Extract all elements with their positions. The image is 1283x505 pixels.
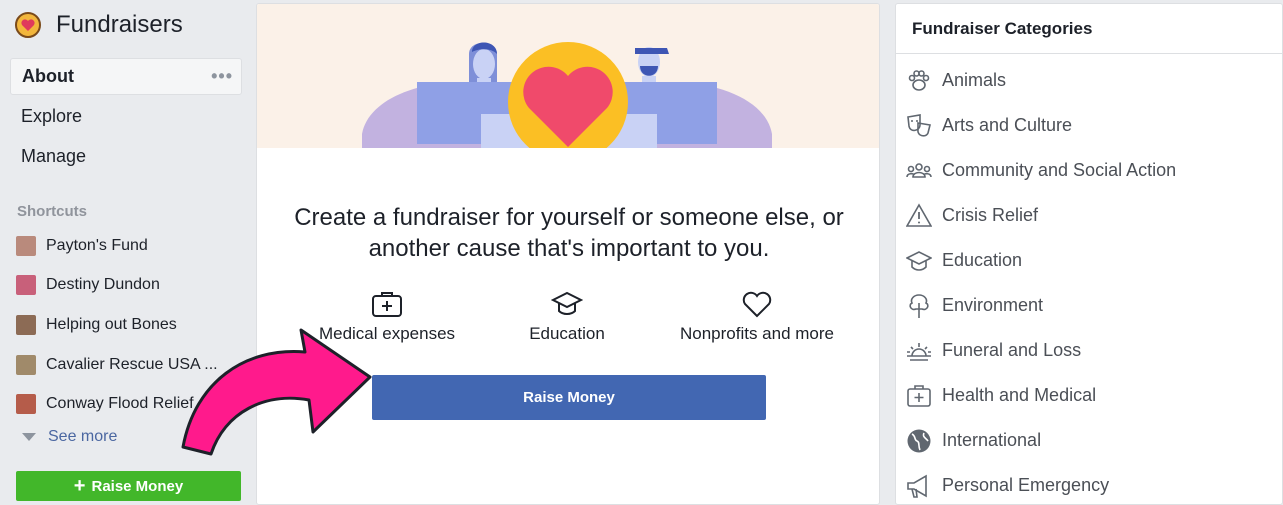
plus-icon: + [73,475,86,497]
graduation-cap-icon [906,250,932,271]
nav-item-explore[interactable]: Explore [10,97,242,135]
chevron-down-icon [22,433,36,441]
headline-line-1: Create a fundraiser for yourself or some… [294,204,844,231]
app-title: Fundraisers [56,11,183,38]
nav-item-manage[interactable]: Manage [10,137,242,175]
category-international[interactable]: International [906,418,1276,463]
heart-icon [742,291,772,318]
category-label: Arts and Culture [942,115,1073,135]
fundraiser-heart-icon [15,12,41,38]
option-label: Education [529,324,605,343]
shortcut-thumbnail [16,394,36,415]
category-label: Education [942,250,1023,270]
theater-masks-icon [907,113,931,137]
headline-line-2: another cause that's important to you. [368,235,770,262]
category-label: International [942,430,1042,450]
category-label: Personal Emergency [942,475,1110,495]
category-community[interactable]: Community and Social Action [906,148,1276,193]
nav-item-label: About [22,66,74,86]
medical-kit-icon [907,384,931,407]
fundraiser-categories-panel: Fundraiser Categories Animals Arts and C… [895,3,1283,505]
shortcuts-heading: Shortcuts [17,203,88,220]
app-header: Fundraisers [14,10,183,40]
annotation-arrow-icon [181,328,372,456]
shortcut-item[interactable]: Payton's Fund [16,226,246,266]
option-label: Nonprofits and more [679,324,835,343]
hero-illustration [257,4,879,148]
sidebar-raise-money-button[interactable]: + Raise Money [16,471,241,501]
category-funeral-and-loss[interactable]: Funeral and Loss [906,328,1276,373]
people-group-icon [906,162,932,178]
category-arts-and-culture[interactable]: Arts and Culture [906,103,1276,148]
shortcut-thumbnail [16,275,36,296]
shortcut-thumbnail [16,235,36,256]
nav-item-label: Explore [21,105,83,126]
page-headline: Create a fundraiser for yourself or some… [257,202,879,264]
raise-money-button[interactable]: Raise Money [372,375,766,420]
tree-icon [909,293,929,318]
shortcut-label: Destiny Dundon [46,276,160,294]
fundraiser-type-options: Medical expenses Education Nonprofits an… [297,290,857,350]
categories-heading: Fundraiser Categories [896,4,1282,54]
warning-triangle-icon [906,202,932,227]
category-health-and-medical[interactable]: Health and Medical [906,373,1276,418]
category-personal-emergency[interactable]: Personal Emergency [906,463,1276,504]
option-nonprofits[interactable]: Nonprofits and more [667,290,847,344]
category-label: Funeral and Loss [942,340,1082,360]
shortcut-label: Helping out Bones [46,315,177,333]
medical-kit-icon [372,292,402,317]
category-label: Animals [942,70,1007,90]
nav-item-about[interactable]: About ••• [10,58,242,95]
people-holding-heart-illustration [362,42,772,148]
megaphone-icon [907,474,927,498]
sunset-icon [907,342,931,361]
category-crisis-relief[interactable]: Crisis Relief [906,193,1276,238]
graduation-cap-icon [551,291,583,315]
category-education[interactable]: Education [906,238,1276,283]
nav-item-label: Manage [21,145,87,166]
more-options-icon[interactable]: ••• [211,66,233,87]
shortcut-thumbnail [16,354,36,375]
see-more-link[interactable]: See more [22,428,117,446]
categories-list: Animals Arts and Culture Community and S… [906,58,1276,504]
category-label: Community and Social Action [942,160,1177,180]
option-education[interactable]: Education [497,290,637,344]
paw-icon [908,69,930,91]
globe-icon [907,429,931,452]
category-environment[interactable]: Environment [906,283,1276,328]
shortcut-item[interactable]: Destiny Dundon [16,266,246,306]
category-label: Health and Medical [942,385,1097,405]
shortcut-label: Payton's Fund [46,236,148,254]
button-label: Raise Money [91,477,184,495]
category-label: Environment [942,295,1044,315]
category-animals[interactable]: Animals [906,58,1276,103]
see-more-label: See more [48,428,118,445]
category-label: Crisis Relief [942,205,1039,225]
sidebar-nav: About ••• Explore Manage [10,58,242,177]
shortcut-thumbnail [16,314,36,335]
